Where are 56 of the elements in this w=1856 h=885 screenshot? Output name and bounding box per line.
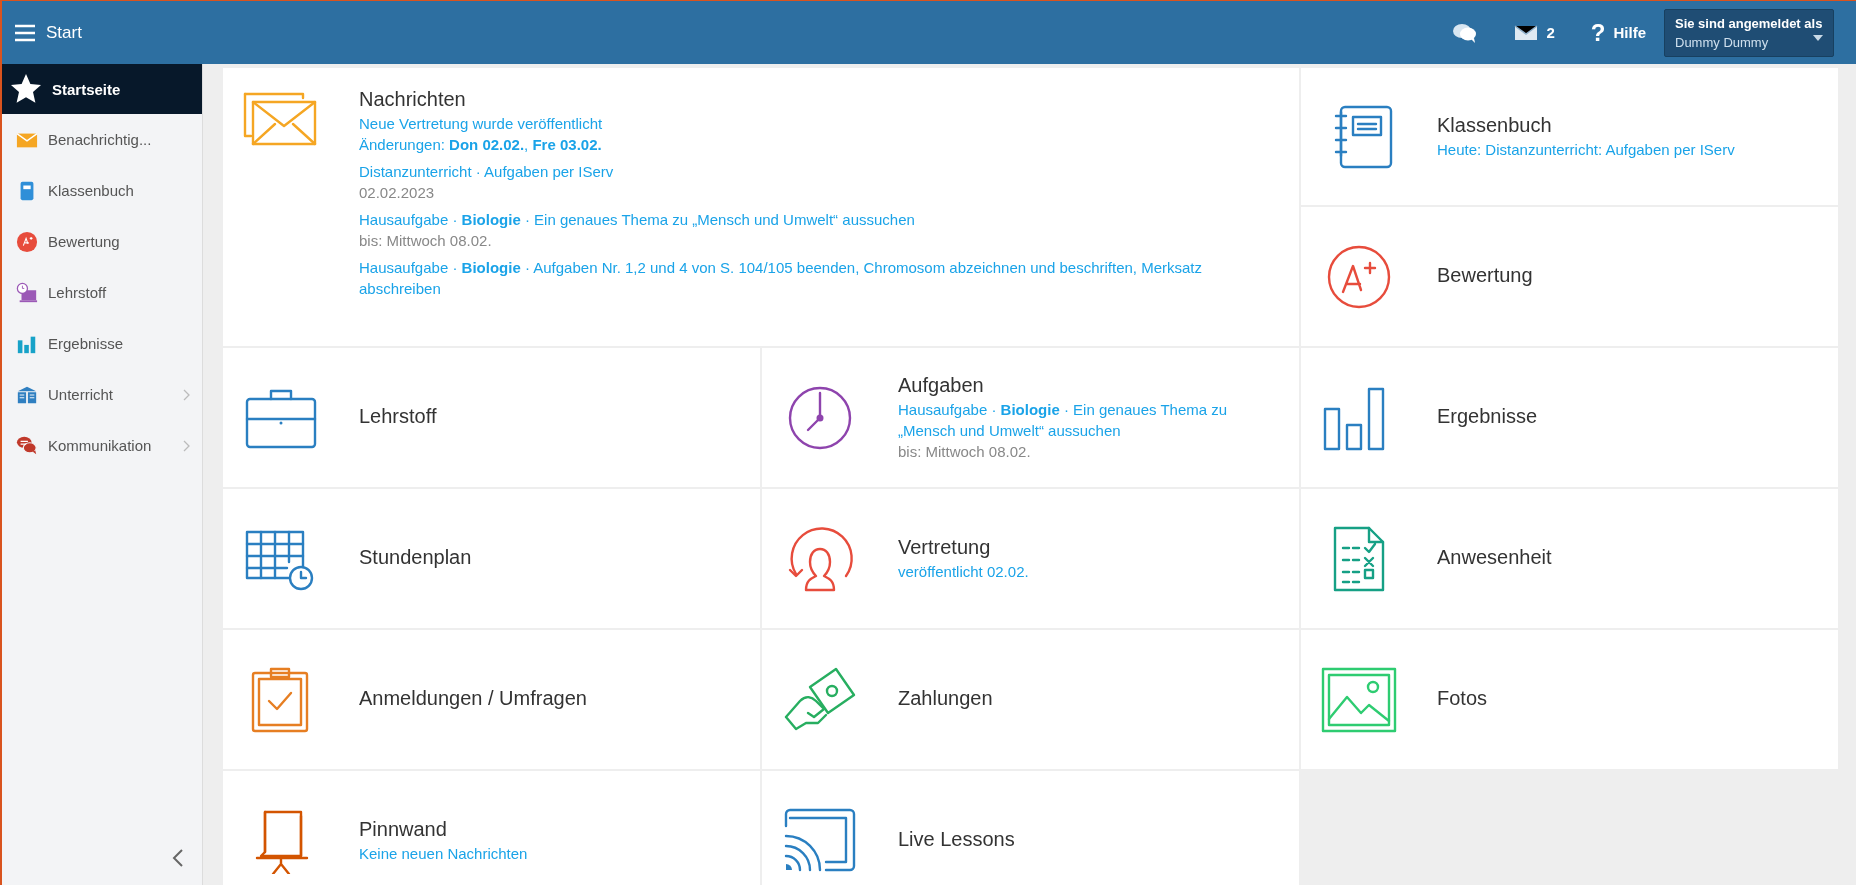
- picture-icon: [1321, 666, 1397, 733]
- tile-title: Nachrichten: [359, 88, 467, 111]
- tile-title: Ergebnisse: [1437, 405, 1538, 428]
- dashboard-tile[interactable]: Bewertung: [1301, 207, 1838, 346]
- tile-title: Anwesenheit: [1437, 546, 1552, 569]
- dashboard-tile[interactable]: Anmeldungen / Umfragen: [223, 630, 760, 769]
- help-button[interactable]: ? Hilfe: [1572, 18, 1664, 47]
- sidebar-item[interactable]: Unterricht: [2, 369, 202, 420]
- tile-title: Anmeldungen / Umfragen: [359, 687, 587, 710]
- dashboard-tile[interactable]: Fotos: [1301, 630, 1838, 769]
- laptop-clock-icon: [16, 281, 38, 304]
- sidebar-item[interactable]: Lehrstoff: [2, 267, 202, 318]
- tile-title: Bewertung: [1437, 264, 1533, 287]
- chevron-right-icon: [183, 388, 190, 401]
- dashboard-tile[interactable]: Lehrstoff: [223, 348, 760, 487]
- tile-meta-text: bis: Mittwoch 08.02.: [898, 441, 1032, 462]
- dashboard-tile[interactable]: Zahlungen: [762, 630, 1299, 769]
- tile-title: Klassenbuch: [1437, 113, 1553, 137]
- tile-title: Fotos: [1437, 687, 1488, 710]
- chat-icon: [16, 434, 38, 457]
- user-name: Dummy Dummy: [1675, 34, 1769, 50]
- sidebar-item[interactable]: Benachrichtig...: [2, 114, 202, 165]
- tile-title: Lehrstoff: [359, 405, 437, 428]
- tile-title: Zahlungen: [898, 687, 993, 710]
- caret-icon: [1813, 34, 1823, 41]
- dashboard-tile[interactable]: Ergebnisse: [1301, 348, 1838, 487]
- page-title[interactable]: Start: [46, 22, 82, 43]
- tile-title: Aufgaben: [898, 373, 985, 397]
- sidebar-item[interactable]: Bewertung: [2, 216, 202, 267]
- dashboard-tile[interactable]: Anwesenheit: [1301, 489, 1838, 628]
- messages-button[interactable]: 2: [1496, 24, 1573, 41]
- dashboard-tile[interactable]: Pinnwand Keine neuen Nachrichten: [223, 771, 760, 885]
- tile-title: Vertretung: [898, 535, 992, 559]
- dashboard-tile[interactable]: Klassenbuch Heute: Distanzunterricht: Aufgaben per IServ: [1301, 68, 1838, 205]
- tile-title: Live Lessons: [898, 828, 1015, 851]
- star-icon: [10, 73, 42, 105]
- sidebar-item[interactable]: Klassenbuch: [2, 165, 202, 216]
- user-caption: Sie sind angemeldet als: [1675, 15, 1823, 31]
- dashboard-tile[interactable]: Live Lessons: [762, 771, 1299, 885]
- user-menu[interactable]: Sie sind angemeldet als Dummy Dummy: [1664, 8, 1834, 57]
- tile-meta-text: 02.02.2023: [359, 183, 436, 203]
- speech-bubbles-icon: [1452, 21, 1479, 44]
- sidebar-item[interactable]: Startseite: [2, 64, 202, 114]
- hand-money-icon: [782, 666, 858, 733]
- tile-meta-text: bis: Mittwoch 08.02.: [359, 231, 493, 251]
- grade-icon: [16, 230, 38, 253]
- tile-title: Stundenplan: [359, 546, 472, 569]
- sidebar-item[interactable]: Ergebnisse: [2, 318, 202, 369]
- envelope-icon: [1514, 24, 1539, 41]
- dashboard-tile[interactable]: Vertretung veröffentlicht 02.02.: [762, 489, 1299, 628]
- dashboard-tile[interactable]: Aufgaben Hausaufgabe · Biologie · Ein genaues Thema zu „Mensch und Umwelt“ aussuchen bis: Mittwoch 08.02.: [762, 348, 1299, 487]
- sidebar-item[interactable]: Kommunikation: [2, 420, 202, 471]
- tile-title: Pinnwand: [359, 817, 448, 841]
- dashboard-tile[interactable]: Stundenplan: [223, 489, 760, 628]
- cast-screen-icon: [782, 807, 858, 874]
- chevron-right-icon: [183, 439, 190, 452]
